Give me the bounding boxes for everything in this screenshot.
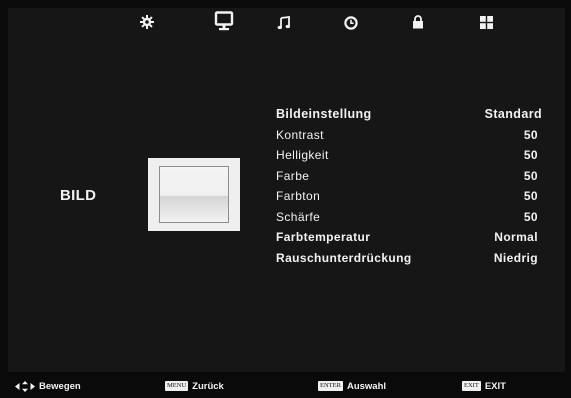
setting-label: Farbe <box>276 168 310 183</box>
setting-row-contrast[interactable]: Kontrast 50 <box>276 125 556 146</box>
setting-value: 50 <box>523 148 538 162</box>
hint-select: ENTER Auswahl <box>318 380 386 394</box>
hint-back-label: Zurück <box>192 381 224 392</box>
picture-preview-screen <box>159 166 229 223</box>
setting-label: Kontrast <box>276 127 324 142</box>
navigation-arrows-icon <box>15 380 35 392</box>
setting-row-picture-mode[interactable]: Bildeinstellung Standard <box>276 104 556 125</box>
setting-value: 50 <box>523 127 538 142</box>
setting-label: Bildeinstellung <box>276 107 372 121</box>
setting-row-noise-reduction[interactable]: Rauschunterdrückung Niedrig <box>276 248 556 269</box>
menu-category-bar <box>8 8 565 50</box>
setting-label: Rauschunterdrückung <box>276 250 412 265</box>
setting-row-brightness[interactable]: Helligkeit 50 <box>276 145 556 166</box>
setting-label: Farbton <box>276 189 321 203</box>
settings-gear-icon[interactable] <box>139 14 155 30</box>
setting-value: 50 <box>523 189 538 203</box>
menu-key-badge: MENU <box>165 381 189 392</box>
footer-hint-bar: Bewegen MENU Zurück ENTER Auswahl EXIT EXIT <box>0 374 571 398</box>
setting-row-sharpness[interactable]: Schärfe 50 <box>276 207 556 228</box>
setting-label: Helligkeit <box>276 148 329 162</box>
hint-exit-label: EXIT <box>484 381 506 392</box>
enter-key-badge: ENTER <box>318 381 343 392</box>
hint-move: Bewegen <box>15 380 81 394</box>
hint-exit: EXIT EXIT <box>462 380 506 394</box>
picture-preview <box>148 158 240 231</box>
sound-note-icon[interactable] <box>277 16 291 30</box>
setting-value: Niedrig <box>493 250 538 265</box>
setting-value: Standard <box>484 107 542 121</box>
settings-list: Bildeinstellung Standard Kontrast 50 Hel… <box>276 104 556 268</box>
setting-value: 50 <box>523 209 538 224</box>
picture-monitor-icon[interactable] <box>214 11 234 31</box>
setting-value: Normal <box>494 230 538 244</box>
setting-label: Farbtemperatur <box>276 230 371 244</box>
setting-row-color[interactable]: Farbe 50 <box>276 166 556 187</box>
setting-row-color-temperature[interactable]: Farbtemperatur Normal <box>276 227 556 248</box>
setting-row-tint[interactable]: Farbton 50 <box>276 186 556 207</box>
hint-select-label: Auswahl <box>346 381 387 392</box>
lock-icon[interactable] <box>412 15 424 29</box>
time-clock-icon[interactable] <box>344 16 358 30</box>
apps-grid-icon[interactable] <box>480 16 493 29</box>
section-title: BILD <box>60 187 97 204</box>
setting-label: Schärfe <box>276 209 321 224</box>
hint-move-label: Bewegen <box>39 381 81 392</box>
hint-back: MENU Zurück <box>165 380 224 394</box>
setting-value: 50 <box>523 168 538 183</box>
exit-key-badge: EXIT <box>462 381 481 392</box>
